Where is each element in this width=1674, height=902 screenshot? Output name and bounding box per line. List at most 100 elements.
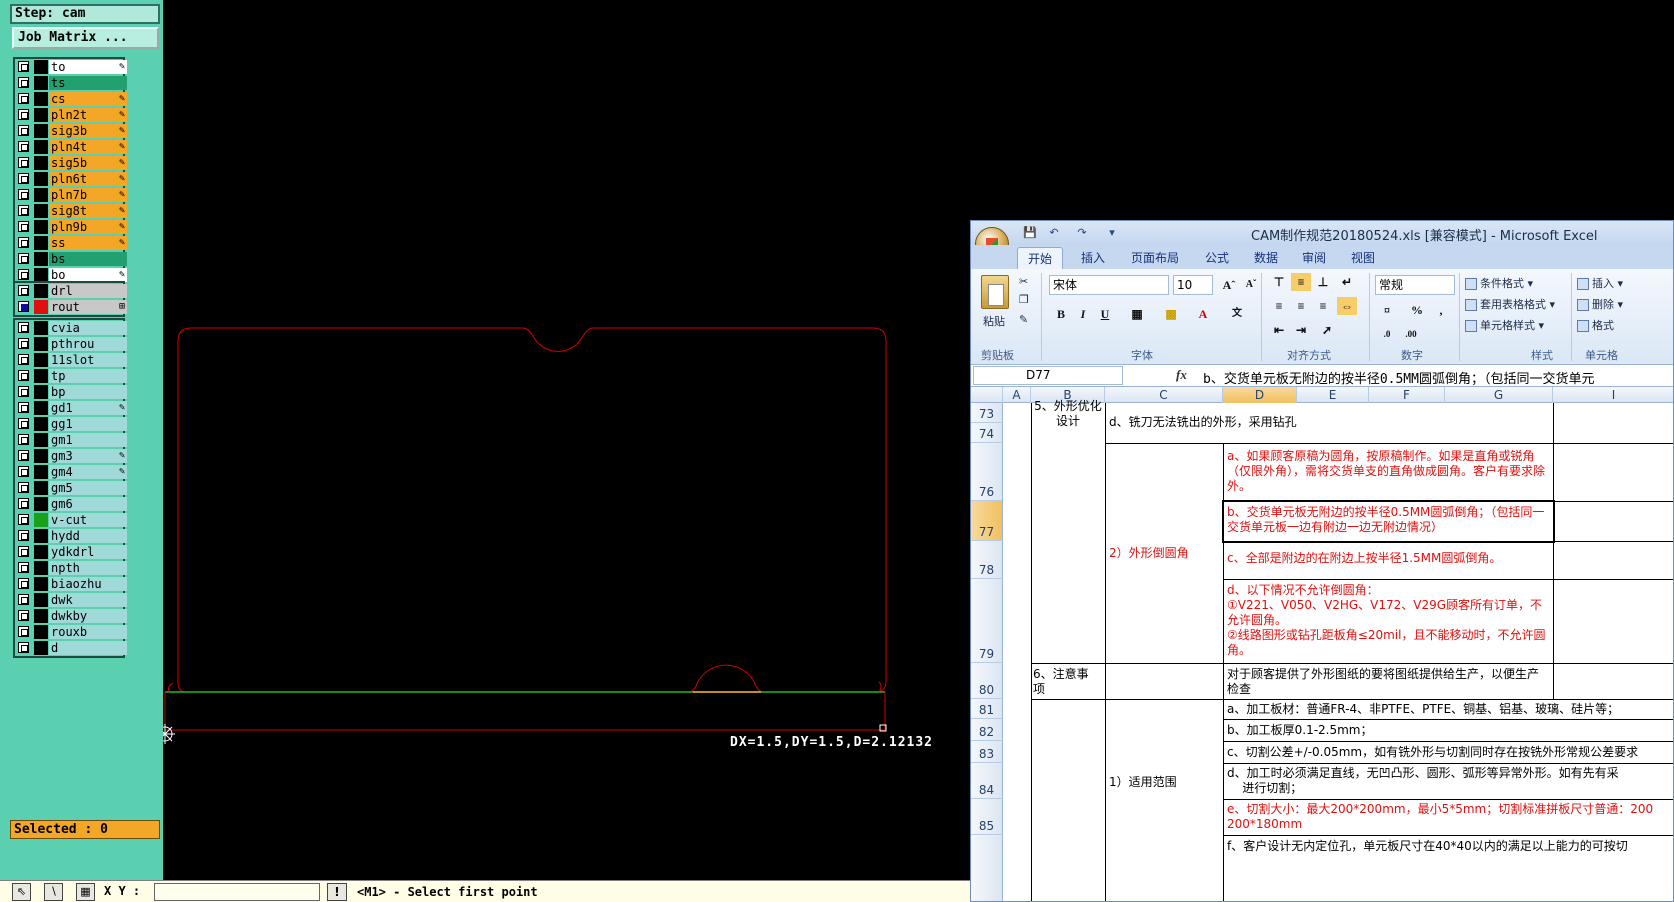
customize-qat-icon[interactable]: ▾ — [1105, 226, 1119, 240]
bold-button[interactable]: B — [1051, 305, 1071, 323]
worksheet-grid[interactable]: 73 74 76 77 78 79 80 81 82 83 84 85 5、外形… — [971, 399, 1673, 901]
layer-checkbox[interactable] — [18, 578, 29, 589]
format-painter-icon[interactable]: ✎ — [1019, 313, 1028, 326]
layer-row[interactable]: ts — [15, 75, 127, 91]
layer-checkbox[interactable] — [18, 157, 29, 168]
cell-d79[interactable]: d、以下情况不允许倒圆角： ①V221、V050、V2HG、V172、V29G顾… — [1227, 583, 1549, 658]
layer-color-swatch[interactable] — [34, 76, 48, 90]
layer-name[interactable]: pthrou — [49, 337, 127, 351]
layer-row[interactable]: sig8t ✎ — [15, 203, 127, 219]
currency-icon[interactable]: ¤ — [1377, 301, 1397, 319]
delete-cells-button[interactable]: 删除 ▾ — [1577, 296, 1623, 312]
layer-color-swatch[interactable] — [34, 321, 48, 335]
layer-name[interactable]: sig8t ✎ — [49, 204, 127, 218]
row-header[interactable]: 85 — [971, 799, 1003, 835]
layer-color-swatch[interactable] — [34, 172, 48, 186]
layer-row[interactable]: pln2t ✎ — [15, 107, 127, 123]
border-icon[interactable]: ▦ — [1127, 305, 1147, 323]
layer-name[interactable]: rout ⊞ — [49, 300, 127, 314]
layer-name[interactable]: drl — [49, 284, 127, 298]
layer-row[interactable]: cvia — [15, 320, 127, 336]
layer-row[interactable]: biaozhu — [15, 576, 127, 592]
decrease-decimal-icon[interactable]: .00 — [1401, 325, 1421, 343]
layer-checkbox[interactable] — [18, 125, 29, 136]
layer-checkbox[interactable] — [18, 338, 29, 349]
layer-checkbox[interactable] — [18, 642, 29, 653]
layer-row[interactable]: dwkby — [15, 608, 127, 624]
layer-color-swatch[interactable] — [34, 268, 48, 282]
cell-d86[interactable]: f、客户设计无内定位孔，单元板尺寸在40*40以内的满足以上能力的可按切 — [1227, 839, 1673, 854]
job-matrix-button[interactable]: Job Matrix ... — [12, 27, 159, 49]
layer-name[interactable]: rouxb — [49, 625, 127, 639]
format-cells-button[interactable]: 格式 — [1577, 317, 1614, 333]
percent-icon[interactable]: % — [1407, 301, 1427, 319]
layer-color-swatch[interactable] — [34, 545, 48, 559]
cell-b73[interactable]: 5、外形优化 设计 — [1033, 399, 1103, 429]
layer-checkbox[interactable] — [18, 562, 29, 573]
layer-checkbox[interactable] — [18, 61, 29, 72]
layer-checkbox[interactable] — [18, 466, 29, 477]
layer-checkbox[interactable] — [18, 77, 29, 88]
cell-c73[interactable]: d、铣刀无法铣出的外形，采用钻孔 — [1109, 415, 1549, 430]
layer-color-swatch[interactable] — [34, 124, 48, 138]
layer-row[interactable]: pln7b ✎ — [15, 187, 127, 203]
layer-row[interactable]: gm1 — [15, 432, 127, 448]
layer-checkbox[interactable] — [18, 370, 29, 381]
layer-color-swatch[interactable] — [34, 513, 48, 527]
layer-name[interactable]: gd1 ✎ — [49, 401, 127, 415]
layer-name[interactable]: tp — [49, 369, 127, 383]
column-header[interactable]: I — [1553, 387, 1673, 403]
layer-color-swatch[interactable] — [34, 449, 48, 463]
cell-d84[interactable]: d、加工时必须满足直线，无凹凸形、圆形、弧形等异常外形。如有先有采 进行切割； — [1227, 766, 1673, 796]
layer-color-swatch[interactable] — [34, 641, 48, 655]
layer-name[interactable]: gm5 — [49, 481, 127, 495]
row-header[interactable]: 80 — [971, 663, 1003, 699]
layer-row[interactable]: tp — [15, 368, 127, 384]
layer-name[interactable]: pln7b ✎ — [49, 188, 127, 202]
paste-label[interactable]: 粘贴 — [983, 313, 1005, 329]
layer-row[interactable]: gg1 — [15, 416, 127, 432]
measure-tool-icon[interactable]: ∖ — [44, 883, 63, 901]
align-right-icon[interactable]: ≡ — [1313, 297, 1333, 315]
layer-row[interactable]: gm5 — [15, 480, 127, 496]
layer-color-swatch[interactable] — [34, 369, 48, 383]
layer-row[interactable]: ss ✎ — [15, 235, 127, 251]
layer-name[interactable]: v-cut — [49, 513, 127, 527]
layer-color-swatch[interactable] — [34, 561, 48, 575]
layer-color-swatch[interactable] — [34, 60, 48, 74]
align-bottom-icon[interactable]: ⊥ — [1313, 273, 1333, 291]
layer-checkbox[interactable] — [18, 450, 29, 461]
layer-row[interactable]: gm4 ✎ — [15, 464, 127, 480]
layer-checkbox[interactable] — [18, 434, 29, 445]
row-header[interactable]: 78 — [971, 541, 1003, 579]
layer-name[interactable]: bo ✎ — [49, 268, 127, 282]
layer-name[interactable]: gm1 — [49, 433, 127, 447]
layer-checkbox[interactable] — [18, 109, 29, 120]
layer-row[interactable]: pln9b ✎ — [15, 219, 127, 235]
layer-color-swatch[interactable] — [34, 529, 48, 543]
layer-color-swatch[interactable] — [34, 337, 48, 351]
layer-color-swatch[interactable] — [34, 300, 48, 314]
row-header[interactable]: 73 — [971, 403, 1003, 423]
layer-name[interactable]: 11slot — [49, 353, 127, 367]
row-header[interactable]: 83 — [971, 741, 1003, 763]
save-icon[interactable]: 💾 — [1023, 226, 1037, 240]
row-header[interactable]: 76 — [971, 443, 1003, 501]
layer-checkbox[interactable] — [18, 189, 29, 200]
row-header[interactable]: 77 — [971, 501, 1003, 541]
layer-color-swatch[interactable] — [34, 481, 48, 495]
layer-row[interactable]: gd1 ✎ — [15, 400, 127, 416]
tab-insert[interactable]: 插入 — [1081, 249, 1105, 266]
font-name-select[interactable]: 宋体 — [1049, 275, 1169, 295]
increase-indent-icon[interactable]: ⇥ — [1291, 321, 1311, 339]
cell-d76[interactable]: a、如果顾客原稿为圆角，按原稿制作。如果是直角或锐角（仅限外角），需将交货单支的… — [1227, 449, 1549, 494]
layer-row[interactable]: bs — [15, 251, 127, 267]
layer-color-swatch[interactable] — [34, 284, 48, 298]
layer-name[interactable]: to ✎ — [49, 60, 127, 74]
layer-color-swatch[interactable] — [34, 108, 48, 122]
layer-color-swatch[interactable] — [34, 625, 48, 639]
row-header[interactable] — [971, 835, 1003, 901]
insert-function-icon[interactable]: fx — [1176, 367, 1187, 383]
layer-name[interactable]: bp — [49, 385, 127, 399]
layer-color-swatch[interactable] — [34, 220, 48, 234]
